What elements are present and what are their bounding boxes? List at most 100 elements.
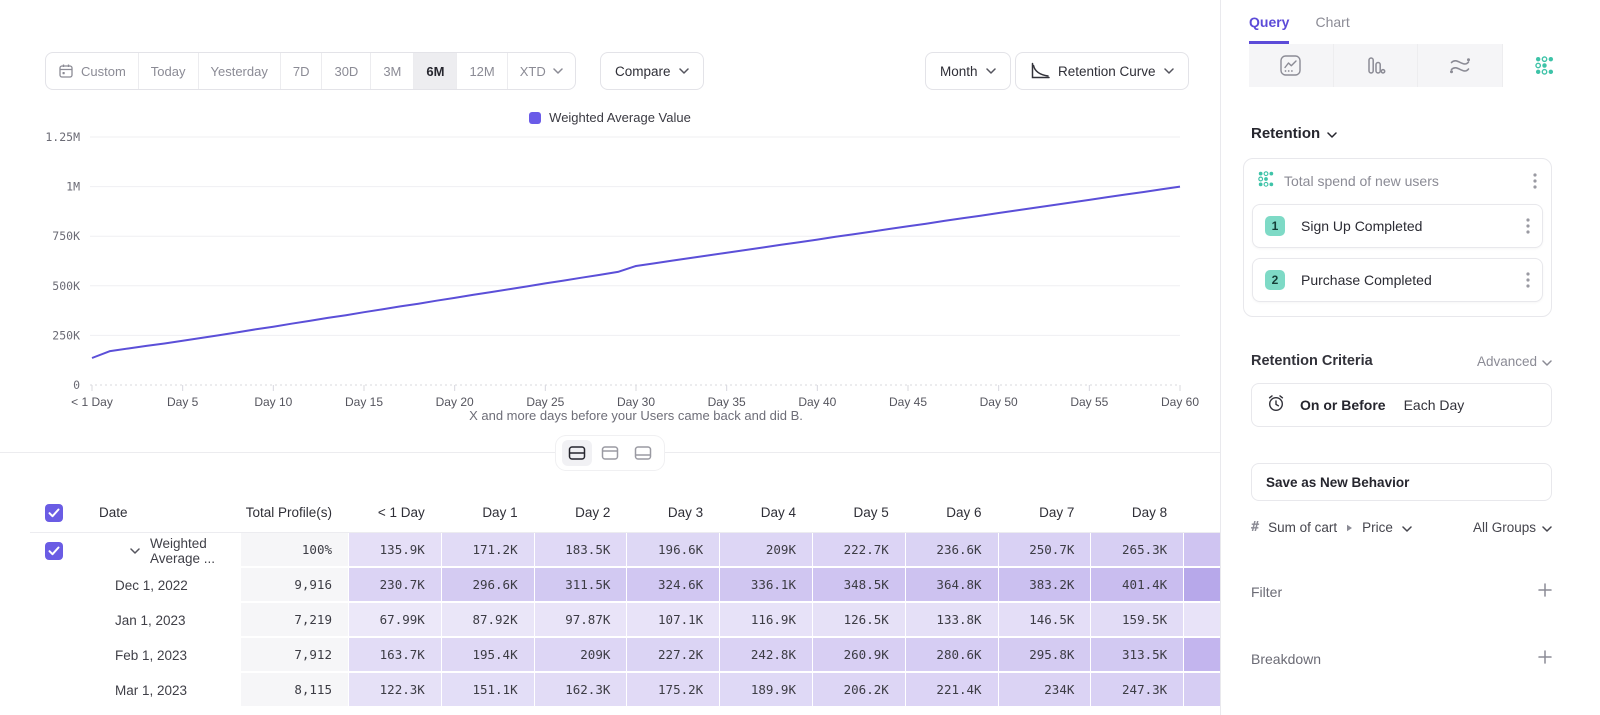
retention-section-title[interactable]: Retention (1251, 125, 1600, 142)
cell-day-value: 221.4K (905, 673, 998, 708)
row-select-cell (30, 673, 75, 708)
cell-day-value: 107.1K (626, 603, 719, 638)
viz-tab-flow[interactable] (1418, 44, 1503, 87)
column-header-total-profile-s-[interactable]: Total Profile(s) (240, 493, 348, 533)
granularity-button[interactable]: Month (925, 52, 1011, 90)
cell-day-value: 242.8K (719, 638, 812, 673)
column-header-day-3[interactable]: Day 3 (626, 493, 719, 533)
row-date-cell[interactable]: Dec 1, 2022 (75, 568, 240, 603)
chart-type-icon-strip (1249, 44, 1586, 87)
add-breakdown-button[interactable] (1538, 650, 1552, 667)
range-7d[interactable]: 7D (281, 53, 323, 89)
save-as-new-behavior-button[interactable]: Save as New Behavior (1251, 463, 1552, 501)
cell-day-value: 67.99K (348, 603, 441, 638)
column-header-day-6[interactable]: Day 6 (905, 493, 998, 533)
kebab-menu-icon[interactable] (1526, 218, 1530, 234)
column-header-day-8[interactable]: Day 8 (1090, 493, 1183, 533)
cell-day-value: 209K (719, 533, 812, 568)
layout-table-only-button[interactable] (628, 440, 658, 466)
cell-day9-partial (1183, 568, 1220, 603)
column-header-day-1[interactable]: Day 1 (441, 493, 534, 533)
legend-label: Weighted Average Value (549, 110, 691, 125)
layout-split-view-button[interactable] (562, 440, 592, 466)
range-custom[interactable]: Custom (46, 53, 139, 89)
range-today[interactable]: Today (139, 53, 199, 89)
range-30d[interactable]: 30D (322, 53, 371, 89)
step-label: Purchase Completed (1301, 272, 1432, 288)
advanced-dropdown[interactable]: Advanced (1477, 354, 1552, 369)
x-axis-label: Day 5 (167, 395, 199, 409)
cell-day-value: 196.6K (626, 533, 719, 568)
breakdown-label: Breakdown (1251, 651, 1321, 667)
row-date-cell[interactable]: Jan 1, 2023 (75, 603, 240, 638)
range-yesterday[interactable]: Yesterday (199, 53, 281, 89)
row-select-cell (30, 638, 75, 673)
column-header-date[interactable]: Date (75, 493, 240, 533)
viz-tab-retention-dots[interactable] (1503, 44, 1587, 87)
cell-day-value: 265.3K (1090, 533, 1183, 568)
retention-line-chart[interactable]: 0250K500K750K1M1.25M< 1 DayDay 5Day 10Da… (0, 130, 1220, 410)
cell-day-value: 247.3K (1090, 673, 1183, 708)
layout-toggle-group (556, 436, 664, 470)
step-row-2[interactable]: 2 Purchase Completed (1252, 258, 1543, 302)
series-line-weighted-average[interactable] (92, 187, 1180, 358)
range-3m[interactable]: 3M (371, 53, 414, 89)
column-header-day-5[interactable]: Day 5 (812, 493, 905, 533)
behavior-card: Total spend of new users 1 Sign Up Compl… (1243, 158, 1552, 317)
add-filter-button[interactable] (1538, 583, 1552, 600)
tab-chart[interactable]: Chart (1315, 14, 1349, 44)
condition-value: Each Day (1404, 397, 1465, 413)
cell-day-value: 324.6K (626, 568, 719, 603)
kebab-menu-icon[interactable] (1533, 173, 1537, 189)
range-12m[interactable]: 12M (457, 53, 507, 89)
chart-legend[interactable]: Weighted Average Value (0, 110, 1220, 125)
expand-chevron-icon[interactable] (130, 548, 140, 554)
layout-chart-only-button[interactable] (595, 440, 625, 466)
cell-day-value: 209K (534, 638, 627, 673)
cell-day-value: 163.7K (348, 638, 441, 673)
kebab-menu-icon[interactable] (1526, 272, 1530, 288)
viz-tab-insights-chart[interactable] (1249, 44, 1334, 87)
measure-property[interactable]: Sum of cart (1268, 520, 1337, 535)
measure-subproperty[interactable]: Price (1362, 520, 1393, 535)
y-axis-label: 1.25M (45, 130, 80, 144)
flow-icon (1447, 55, 1473, 76)
cell-day-value: 311.5K (534, 568, 627, 603)
row-date-cell[interactable]: Mar 1, 2023 (75, 673, 240, 708)
range-6m[interactable]: 6M (414, 53, 457, 89)
insights-chart-icon (1279, 54, 1302, 77)
criteria-condition[interactable]: On or Before Each Day (1251, 383, 1552, 427)
cell-day-value: 230.7K (348, 568, 441, 603)
retention-table: DateTotal Profile(s)< 1 DayDay 1Day 2Day… (0, 493, 1220, 708)
chevron-down-icon (1542, 520, 1552, 535)
viz-tab-bar-chart[interactable] (1334, 44, 1419, 87)
cell-day9-partial (1183, 533, 1220, 568)
cell-day-value: 97.87K (534, 603, 627, 638)
cell-day-value: 135.9K (348, 533, 441, 568)
chart-type-button[interactable]: Retention Curve (1015, 52, 1189, 90)
condition-operator: On or Before (1300, 397, 1386, 413)
compare-button[interactable]: Compare (600, 52, 704, 90)
cell-day9-partial (1183, 603, 1220, 638)
calendar-icon (58, 63, 74, 79)
group-dropdown[interactable]: All Groups (1473, 520, 1552, 535)
tab-query[interactable]: Query (1249, 14, 1289, 44)
cell-day-value: 364.8K (905, 568, 998, 603)
step-row-1[interactable]: 1 Sign Up Completed (1252, 204, 1543, 248)
column-header-day-7[interactable]: Day 7 (998, 493, 1091, 533)
select-all-checkbox[interactable] (45, 504, 63, 522)
row-checkbox[interactable] (45, 542, 63, 560)
row-date-cell[interactable]: Weighted Average ... (75, 533, 240, 568)
column-header-day-4[interactable]: Day 4 (719, 493, 812, 533)
x-axis-caption: X and more days before your Users came b… (92, 408, 1180, 423)
row-date-cell[interactable]: Feb 1, 2023 (75, 638, 240, 673)
cell-total-profiles: 7,912 (240, 638, 348, 673)
date-range-group: CustomTodayYesterday7D30D3M6M12MXTD (45, 52, 576, 90)
column-header--1-day[interactable]: < 1 Day (348, 493, 441, 533)
x-axis-label: Day 45 (889, 395, 927, 409)
x-axis-label: Day 30 (617, 395, 655, 409)
range-xtd[interactable]: XTD (508, 53, 575, 89)
bar-chart-icon (1364, 54, 1387, 77)
y-axis-label: 500K (52, 279, 80, 293)
column-header-day-2[interactable]: Day 2 (534, 493, 627, 533)
